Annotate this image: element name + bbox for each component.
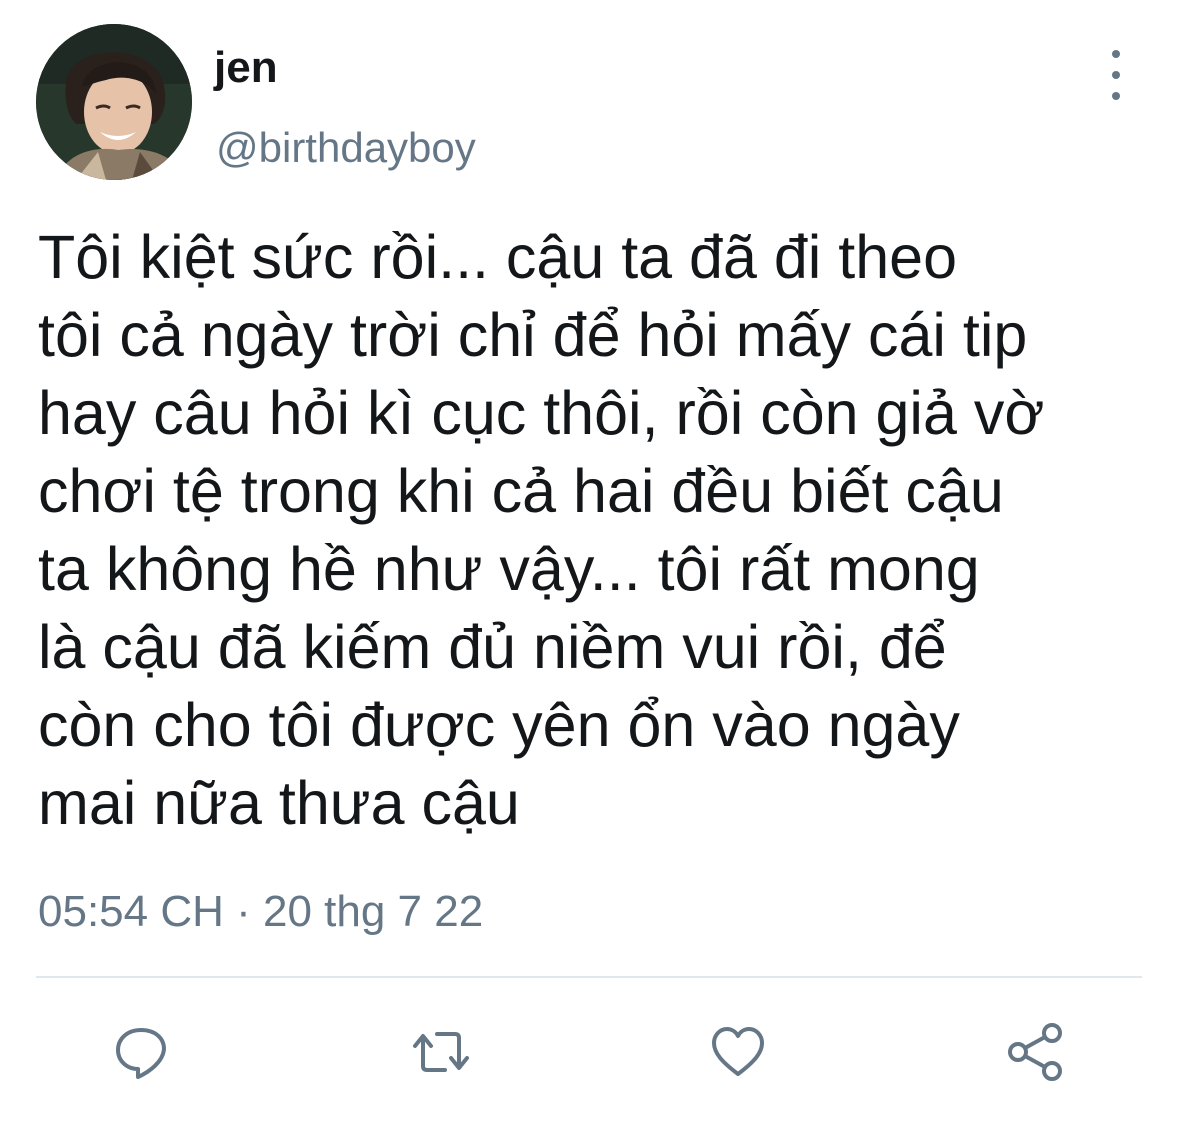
retweet-button[interactable] [401,1012,481,1092]
more-vertical-icon [1112,50,1120,58]
more-options-button[interactable] [1094,50,1138,100]
avatar[interactable] [36,24,192,180]
user-handle[interactable]: @birthdayboy [216,120,476,176]
avatar-photo [36,24,192,180]
share-icon [1008,1023,1062,1081]
retweet-icon [413,1032,469,1072]
divider [36,976,1142,978]
reply-button[interactable] [101,1012,181,1092]
action-bar [0,1012,1179,1092]
tweet-card: jen @birthdayboy Tôi kiệt sức rồi... cậu… [0,0,1179,1143]
share-button[interactable] [996,1012,1076,1092]
tweet-text: Tôi kiệt sức rồi... cậu ta đã đi theo tô… [38,223,1045,837]
more-vertical-icon [1112,71,1120,79]
heart-icon [712,1027,764,1076]
display-name[interactable]: jen [214,40,278,96]
tweet-timestamp[interactable]: 05:54 CH · 20 thg 7 22 [38,882,483,942]
like-button[interactable] [698,1012,778,1092]
bottom-edge [0,1118,1179,1143]
more-vertical-icon [1112,92,1120,100]
reply-icon [116,1028,166,1079]
